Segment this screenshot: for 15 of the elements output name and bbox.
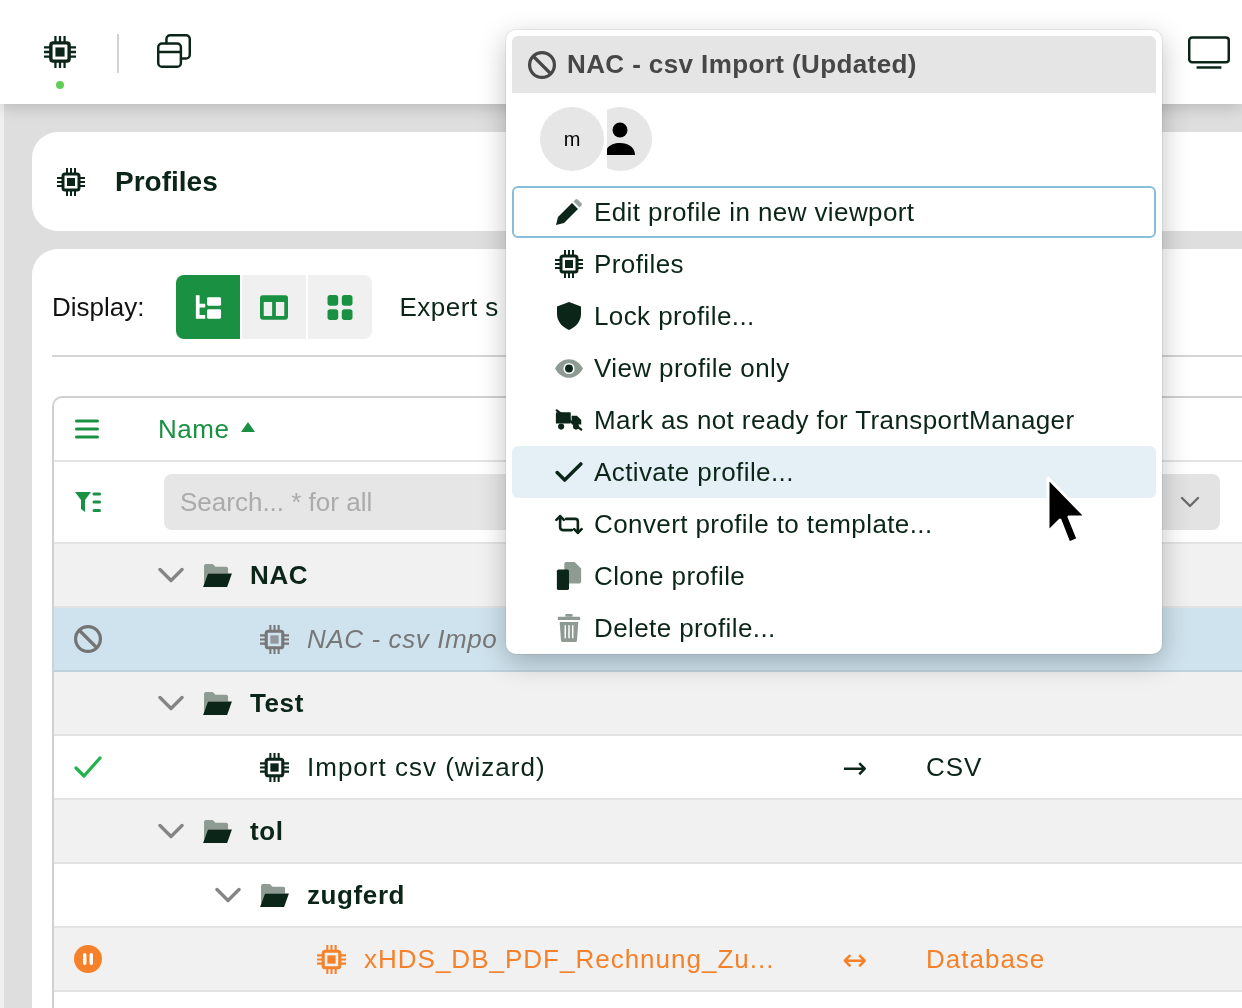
display-label: Display:	[52, 291, 145, 323]
profile-name: NAC - csv Impo	[307, 623, 498, 655]
direction-arrow: →	[842, 749, 868, 785]
folder-name: NAC	[250, 559, 309, 591]
profile-name: xHDS_DB_PDF_Rechnung_Zu...	[364, 943, 775, 975]
folder-name: tol	[250, 815, 284, 847]
direction-arrow: ↔	[842, 941, 868, 977]
folder-name: zugferd	[307, 879, 406, 911]
folder-name: Test	[250, 687, 304, 719]
menu-title: NAC - csv Import (Updated)	[567, 49, 917, 80]
page-title: Profiles	[115, 165, 218, 198]
profile-name: Import csv (wizard)	[307, 751, 546, 783]
target-type: CSV	[926, 751, 983, 782]
expert-label: Expert s	[399, 291, 499, 323]
target-type: Database	[926, 943, 1046, 974]
